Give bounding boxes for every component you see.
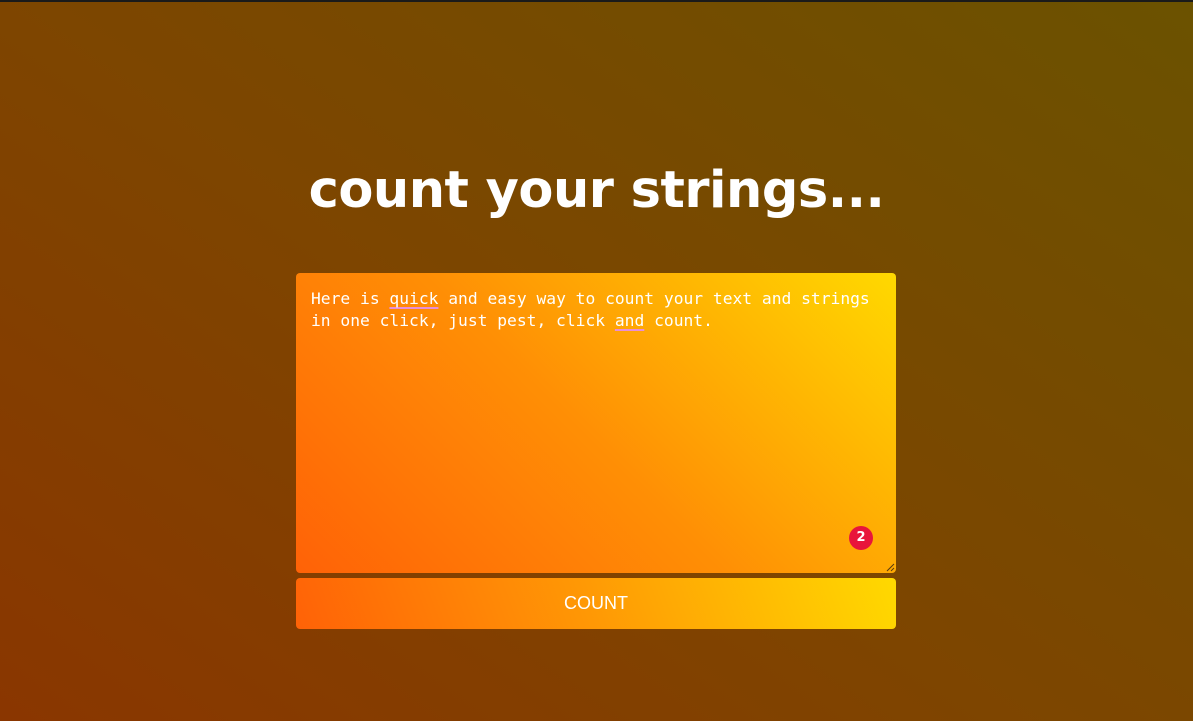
spellcheck-underlined-word: and <box>614 311 645 330</box>
spellcheck-underlined-word: quick <box>389 289 439 308</box>
window-top-border <box>0 0 1193 2</box>
string-input-textarea[interactable]: Here is quick and easy way to count your… <box>296 273 896 573</box>
text-segment: Here is <box>311 289 390 308</box>
textarea-content: Here is quick and easy way to count your… <box>311 288 886 332</box>
page-title: count your strings... <box>308 161 885 220</box>
grammar-issues-badge[interactable]: 2 <box>849 526 873 550</box>
count-button[interactable]: COUNT <box>296 578 896 629</box>
resize-handle-icon[interactable] <box>885 562 895 572</box>
text-segment: count. <box>644 311 713 330</box>
